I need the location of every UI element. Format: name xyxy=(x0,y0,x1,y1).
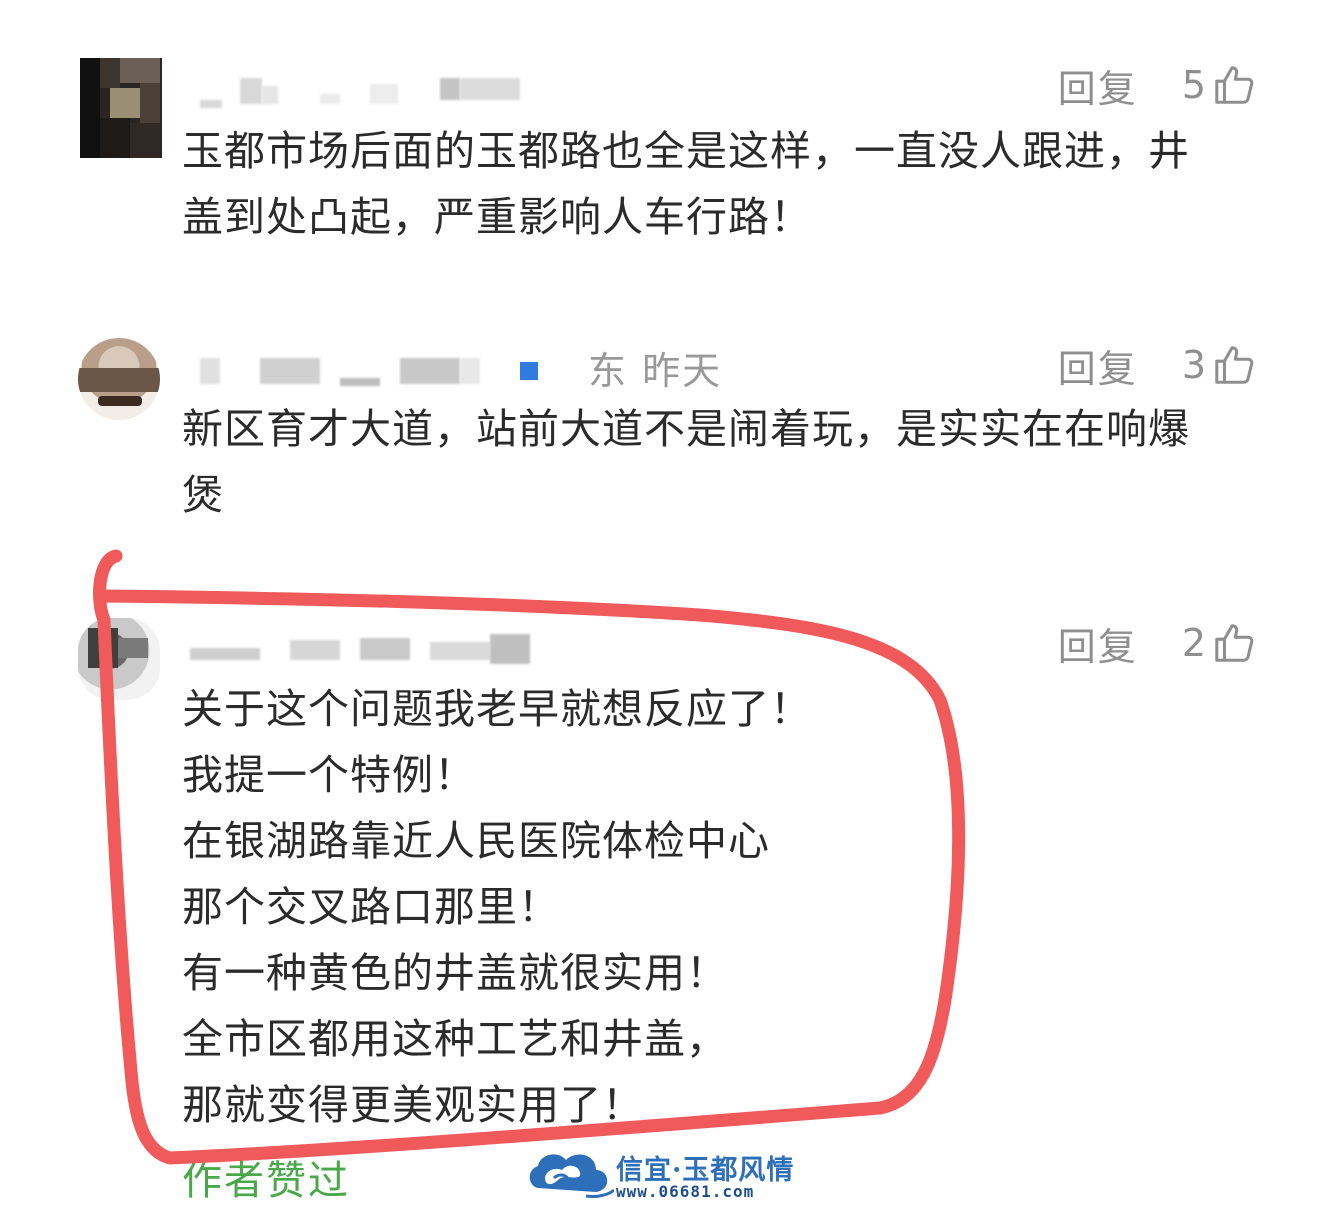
avatar[interactable] xyxy=(80,58,162,158)
comment-line: 全市区都用这种工艺和井盖， xyxy=(182,1015,728,1063)
comment-line: 关于这个问题我老早就想反应了！ xyxy=(182,685,812,733)
avatar[interactable] xyxy=(78,338,160,420)
like-count: 3 xyxy=(1181,343,1206,387)
comment-line: 新区育才大道，站前大道不是闹着玩，是实实在在响爆 xyxy=(182,405,1190,453)
site-watermark: 信宜·玉都风情 www.06681.com xyxy=(524,1146,804,1206)
comment-line: 我提一个特例！ xyxy=(182,751,476,799)
comment-text: 新区育才大道，站前大道不是闹着玩，是实实在在响爆 煲 xyxy=(182,396,1272,528)
comment-line: 盖到处凸起，严重影响人车行路！ xyxy=(182,193,812,241)
thumbs-up-icon[interactable] xyxy=(1212,620,1258,666)
like-count: 5 xyxy=(1181,63,1206,107)
comment-line: 在银湖路靠近人民医院体检中心 xyxy=(182,817,770,865)
reply-button[interactable]: 回复 xyxy=(1058,338,1138,393)
author-liked-label: 作者赞过 xyxy=(182,1158,350,1204)
username[interactable] xyxy=(200,358,540,386)
comment-line: 那就变得更美观实用了！ xyxy=(182,1081,644,1129)
comment-actions: 回复 2 xyxy=(1058,616,1258,671)
thumbs-up-icon[interactable] xyxy=(1212,342,1258,388)
avatar[interactable] xyxy=(78,618,160,700)
cloud-logo-icon xyxy=(524,1146,616,1210)
comment-actions: 回复 3 xyxy=(1058,338,1258,393)
username[interactable] xyxy=(190,634,540,664)
comment-text: 关于这个问题我老早就想反应了！ 我提一个特例！ 在银湖路靠近人民医院体检中心 那… xyxy=(182,676,1272,1138)
comment-meta: 东 昨天 xyxy=(588,349,723,393)
username[interactable] xyxy=(200,78,530,108)
comment-line: 那个交叉路口那里！ xyxy=(182,883,560,931)
comment-line: 煲 xyxy=(182,471,224,519)
like-count: 2 xyxy=(1181,621,1206,665)
comment-line: 有一种黄色的井盖就很实用！ xyxy=(182,949,728,997)
comment-text: 玉都市场后面的玉都路也全是这样，一直没人跟进，井 盖到处凸起，严重影响人车行路！ xyxy=(182,118,1272,250)
reply-button[interactable]: 回复 xyxy=(1058,616,1138,671)
watermark-url: www.06681.com xyxy=(616,1182,755,1201)
comment-actions: 回复 5 xyxy=(1058,58,1258,113)
thumbs-up-icon[interactable] xyxy=(1212,62,1258,108)
reply-button[interactable]: 回复 xyxy=(1058,58,1138,113)
comment-line: 玉都市场后面的玉都路也全是这样，一直没人跟进，井 xyxy=(182,127,1190,175)
